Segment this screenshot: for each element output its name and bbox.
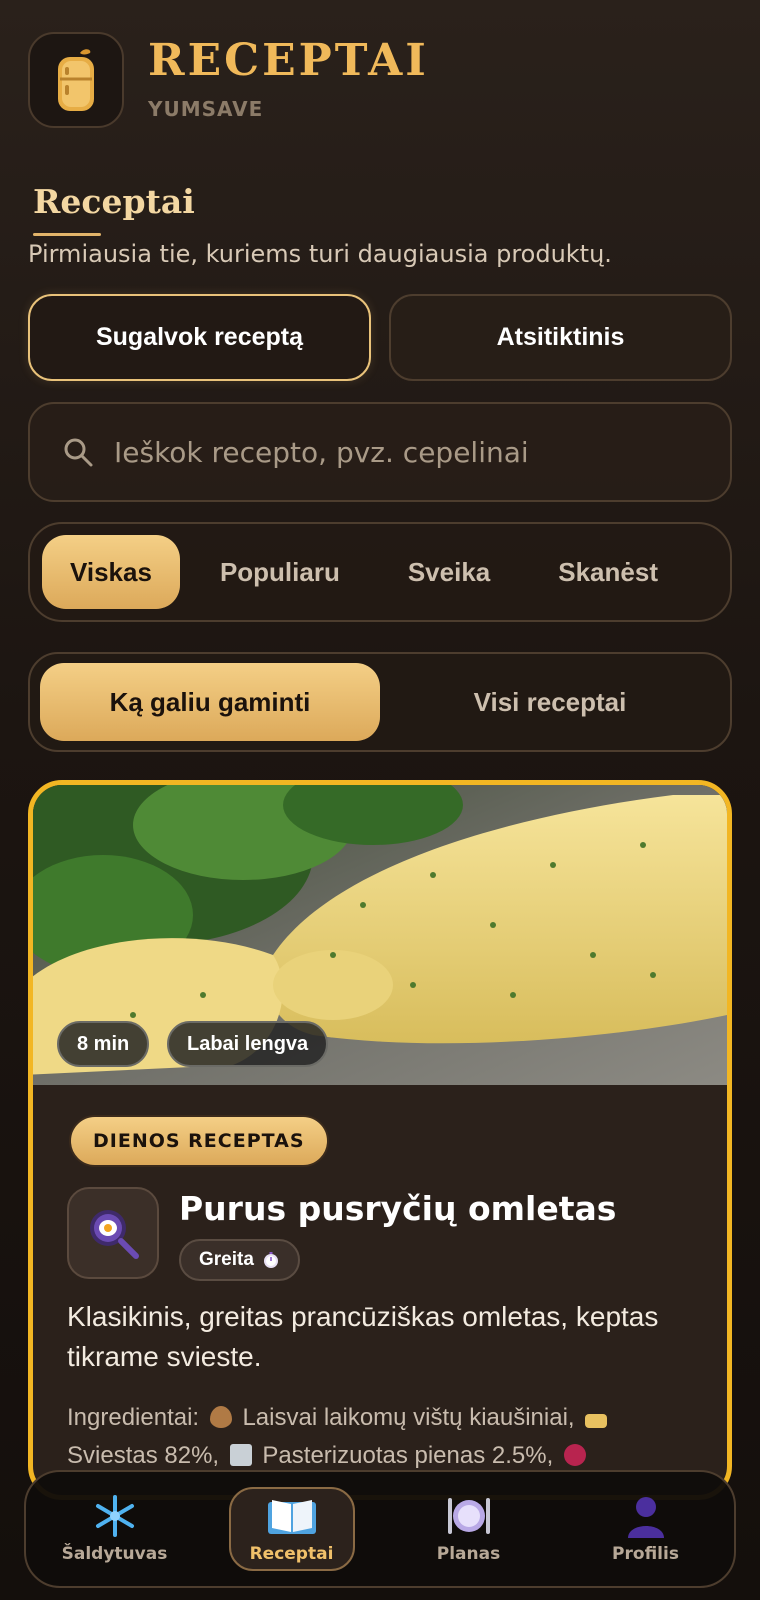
fridge-icon	[58, 49, 94, 111]
ingredient-item: Sviestas 82%,	[67, 1442, 220, 1469]
nav-plan[interactable]: Planas	[406, 1487, 532, 1571]
recipe-image: 8 min Labai lengva	[33, 785, 727, 1085]
filter-chip-popular[interactable]: Populiaru	[192, 535, 368, 609]
person-icon	[627, 1497, 664, 1538]
time-badge: 8 min	[57, 1021, 150, 1067]
app-subtitle: YUMSAVE	[148, 97, 264, 121]
random-recipe-button[interactable]: Atsitiktinis	[389, 294, 732, 381]
generate-recipe-button[interactable]: Sugalvok receptą	[28, 294, 371, 381]
filter-chip-all[interactable]: Viskas	[42, 535, 180, 609]
nav-fridge[interactable]: Šaldytuvas	[52, 1487, 178, 1571]
app-logo[interactable]	[28, 32, 124, 128]
milk-glass-icon	[229, 1444, 252, 1466]
egg-icon	[209, 1406, 232, 1428]
nav-label-plan: Planas	[436, 1544, 501, 1564]
speed-tag-label: Greita	[199, 1249, 254, 1270]
filter-chip-healthy[interactable]: Sveika	[380, 535, 518, 609]
title-underline	[33, 233, 101, 236]
app-title: RECEPTAI	[148, 35, 429, 86]
bottom-navigation: Šaldytuvas Receptai Planas Profilis	[24, 1470, 736, 1588]
snowflake-icon	[95, 1495, 134, 1537]
recipe-category-icon	[67, 1187, 159, 1279]
ingredient-item: Pasterizuotas pienas 2.5%,	[262, 1442, 554, 1469]
search-placeholder: Ieškok recepto, pvz. cepelinai	[114, 435, 529, 469]
recipe-card[interactable]: 8 min Labai lengva DIENOS RECEPTAS Purus…	[28, 780, 732, 1500]
open-book-icon	[267, 1500, 316, 1534]
filter-chip-treats[interactable]: Skanėst	[530, 535, 686, 609]
daily-recipe-badge: DIENOS RECEPTAS	[69, 1115, 329, 1167]
app-header: RECEPTAI YUMSAVE	[28, 32, 429, 128]
nav-profile[interactable]: Profilis	[583, 1487, 709, 1571]
recipe-ingredients: Ingredientai: Laisvai laikomų vištų kiau…	[67, 1399, 707, 1475]
filter-chips: Viskas Populiaru Sveika Skanėst	[28, 522, 732, 622]
nav-recipes[interactable]: Receptai	[228, 1487, 355, 1571]
nav-label-profile: Profilis	[612, 1544, 679, 1564]
butter-icon	[585, 1414, 608, 1428]
search-icon	[64, 438, 93, 467]
ingredients-label: Ingredientai:	[67, 1404, 200, 1431]
toggle-can-cook[interactable]: Ką galiu gaminti	[40, 663, 380, 741]
recipe-description: Klasikinis, greitas prancūziškas omletas…	[67, 1301, 659, 1372]
beet-icon	[563, 1444, 586, 1466]
frying-pan-egg-icon	[90, 1210, 139, 1259]
plate-cutlery-icon	[447, 1498, 490, 1534]
ingredient-item: Laisvai laikomų vištų kiaušiniai,	[242, 1404, 575, 1431]
action-buttons: Sugalvok receptą Atsitiktinis	[28, 294, 732, 381]
nav-label-recipes: Receptai	[249, 1544, 334, 1564]
stopwatch-icon	[263, 1252, 278, 1268]
recipe-title: Purus pusryčių omletas	[179, 1189, 617, 1228]
search-input[interactable]: Ieškok recepto, pvz. cepelinai	[28, 402, 732, 502]
mode-toggle: Ką galiu gaminti Visi receptai	[28, 652, 732, 752]
page-subtitle: Pirmiausia tie, kuriems turi daugiausia …	[28, 240, 612, 268]
difficulty-badge: Labai lengva	[167, 1021, 329, 1067]
nav-label-fridge: Šaldytuvas	[61, 1544, 168, 1564]
page-title: Receptai	[33, 182, 195, 221]
toggle-all-recipes[interactable]: Visi receptai	[380, 663, 720, 741]
speed-tag: Greita	[179, 1239, 300, 1281]
